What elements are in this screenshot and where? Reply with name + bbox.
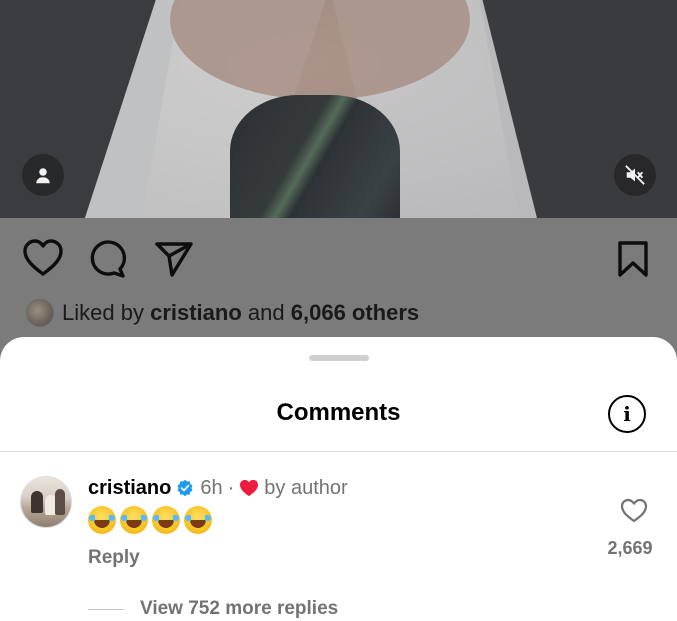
bookmark-icon[interactable] [616, 240, 650, 278]
heart-outline-icon[interactable] [620, 497, 648, 523]
liked-by-summary[interactable]: Liked by cristiano and 6,066 others [26, 297, 419, 329]
page-title: Comments [276, 399, 401, 426]
separator: · [227, 476, 235, 499]
video-frame-detail [230, 95, 400, 218]
drag-handle[interactable] [309, 355, 369, 361]
avatar [26, 299, 54, 327]
avatar-detail [55, 489, 65, 515]
tagged-people-button[interactable] [22, 154, 64, 196]
speech-bubble-icon[interactable] [88, 240, 128, 278]
laughing-tears-emoji-icon [88, 505, 116, 534]
verified-badge-icon [177, 479, 193, 497]
liked-by-and: and [247, 300, 285, 325]
heart-outline-icon[interactable] [22, 238, 64, 278]
liked-by-prefix: Liked by [62, 300, 144, 325]
divider [88, 608, 124, 610]
liked-by-others[interactable]: 6,066 others [291, 300, 419, 326]
comment-text [88, 505, 216, 534]
comment-like-count: 2,669 [607, 538, 653, 558]
speaker-muted-icon [625, 165, 645, 185]
comment-time: 6h [200, 476, 223, 499]
comment-username[interactable]: cristiano [88, 477, 171, 500]
view-more-replies-button[interactable]: View 752 more replies [88, 597, 338, 621]
heart-filled-icon [240, 479, 259, 497]
mute-button[interactable] [614, 154, 656, 196]
liked-by-user[interactable]: cristiano [150, 300, 242, 326]
laughing-tears-emoji-icon [152, 505, 180, 534]
avatar-detail [31, 491, 43, 513]
reply-button[interactable]: Reply [88, 547, 140, 569]
avatar[interactable] [20, 476, 72, 528]
comment-header: cristiano 6h · by author [88, 475, 348, 501]
post-video[interactable] [0, 0, 677, 218]
paper-plane-icon[interactable] [154, 240, 194, 278]
liked-by-author-label: by author [264, 476, 348, 499]
divider [0, 451, 677, 452]
person-icon [36, 168, 50, 184]
view-replies-label: View 752 more replies [140, 598, 339, 619]
laughing-tears-emoji-icon [120, 505, 148, 534]
info-icon[interactable]: i [608, 395, 646, 433]
comments-sheet: Comments i cristiano 6h · by author Repl… [0, 337, 677, 621]
laughing-tears-emoji-icon [184, 505, 212, 534]
